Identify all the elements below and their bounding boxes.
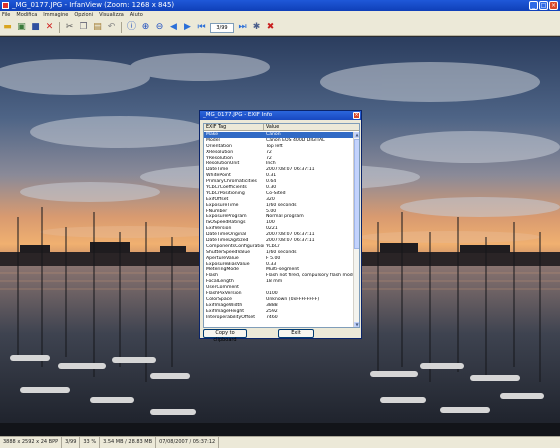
window-title: _MG_0177.JPG - IrfanView (Zoom: 1268 x 8… — [12, 1, 175, 9]
menu-visualizza[interactable]: Visualizza — [99, 11, 124, 20]
menu-bar: File Modifica Immagine Opzioni Visualizz… — [0, 11, 560, 20]
scroll-down-icon[interactable]: ▼ — [354, 322, 359, 327]
menu-aiuto[interactable]: Aiuto — [130, 11, 143, 20]
exif-row[interactable]: InteroperabilityOffset 7460 — [204, 315, 354, 321]
copy-icon[interactable]: ❐ — [78, 22, 89, 33]
open-folder-icon[interactable]: ▬ — [2, 22, 13, 33]
exit-icon[interactable]: ✖ — [265, 22, 276, 33]
irfanview-app-icon — [2, 2, 9, 9]
menu-immagine[interactable]: Immagine — [43, 11, 68, 20]
exif-info-dialog: _MG_0177.JPG - EXIF Info × EXIF Tag Valu… — [199, 110, 362, 343]
last-page-icon[interactable]: ⏭ — [237, 22, 248, 33]
undo-icon[interactable]: ↶ — [106, 22, 117, 33]
window-titlebar[interactable]: _MG_0177.JPG - IrfanView (Zoom: 1268 x 8… — [0, 0, 560, 11]
menu-file[interactable]: File — [2, 11, 10, 20]
status-dimensions: 3888 x 2592 x 24 BPP — [0, 437, 63, 448]
paste-icon[interactable]: ▤ — [92, 22, 103, 33]
dialog-title: _MG_0177.JPG - EXIF Info — [203, 112, 273, 118]
exif-list-scrollbar[interactable]: ▲ ▼ — [353, 132, 359, 327]
dialog-close-icon[interactable]: × — [353, 112, 360, 119]
status-page: 3/99 — [62, 437, 81, 448]
zoom-in-icon[interactable]: ⊕ — [140, 22, 151, 33]
column-header-exif-tag[interactable]: EXIF Tag — [204, 124, 264, 130]
copy-to-clipboard-button[interactable]: Copy to clipboard — [203, 329, 247, 343]
settings-icon[interactable]: ✱ — [251, 22, 262, 33]
menu-opzioni[interactable]: Opzioni — [74, 11, 93, 20]
cut-icon[interactable]: ✂ — [64, 22, 75, 33]
toolbar: ▬ ▣ ■ ✕ ✂ ❐ ▤ ↶ ⓘ ⊕ ⊖ ◀ ▶ ⏮ 3/99 ⏭ ✱ ✖ — [0, 20, 560, 36]
scroll-thumb[interactable] — [354, 139, 359, 249]
next-icon[interactable]: ▶ — [182, 22, 193, 33]
status-size: 3.54 MB / 28.83 MB — [100, 437, 157, 448]
toolbar-separator — [59, 22, 60, 33]
dialog-titlebar[interactable]: _MG_0177.JPG - EXIF Info × — [200, 111, 361, 120]
toolbar-separator — [121, 22, 122, 33]
slideshow-icon[interactable]: ▣ — [16, 22, 27, 33]
close-button[interactable]: × — [549, 1, 558, 10]
zoom-out-icon[interactable]: ⊖ — [154, 22, 165, 33]
maximize-button[interactable]: □ — [539, 1, 548, 10]
status-zoom: 33 % — [80, 437, 101, 448]
image-viewport[interactable]: _MG_0177.JPG - EXIF Info × EXIF Tag Valu… — [0, 37, 560, 436]
minimize-button[interactable]: _ — [529, 1, 538, 10]
save-icon[interactable]: ■ — [30, 22, 41, 33]
exif-list[interactable]: EXIF Tag Value Make Canon Model Canon EOS 4… — [203, 123, 360, 328]
exit-button[interactable]: Exit — [278, 329, 314, 338]
info-icon[interactable]: ⓘ — [126, 22, 137, 33]
exif-list-header: EXIF Tag Value — [204, 124, 359, 131]
column-header-value[interactable]: Value — [264, 124, 359, 130]
scroll-up-icon[interactable]: ▲ — [354, 132, 359, 138]
delete-icon[interactable]: ✕ — [44, 22, 55, 33]
exif-value-cell: 7460 — [266, 314, 278, 320]
status-date: 07/08/2007 / 05:37:12 — [156, 437, 220, 448]
exif-tag-cell: InteroperabilityOffset — [206, 314, 256, 320]
page-number-field[interactable]: 3/99 — [210, 22, 234, 33]
first-page-icon[interactable]: ⏮ — [196, 22, 207, 33]
status-bar: 3888 x 2592 x 24 BPP 3/99 33 % 3.54 MB /… — [0, 436, 560, 448]
menu-modifica[interactable]: Modifica — [16, 11, 37, 20]
exif-rows: Make Canon Model Canon EOS 400D DIGITAL Orie… — [204, 132, 354, 321]
previous-icon[interactable]: ◀ — [168, 22, 179, 33]
